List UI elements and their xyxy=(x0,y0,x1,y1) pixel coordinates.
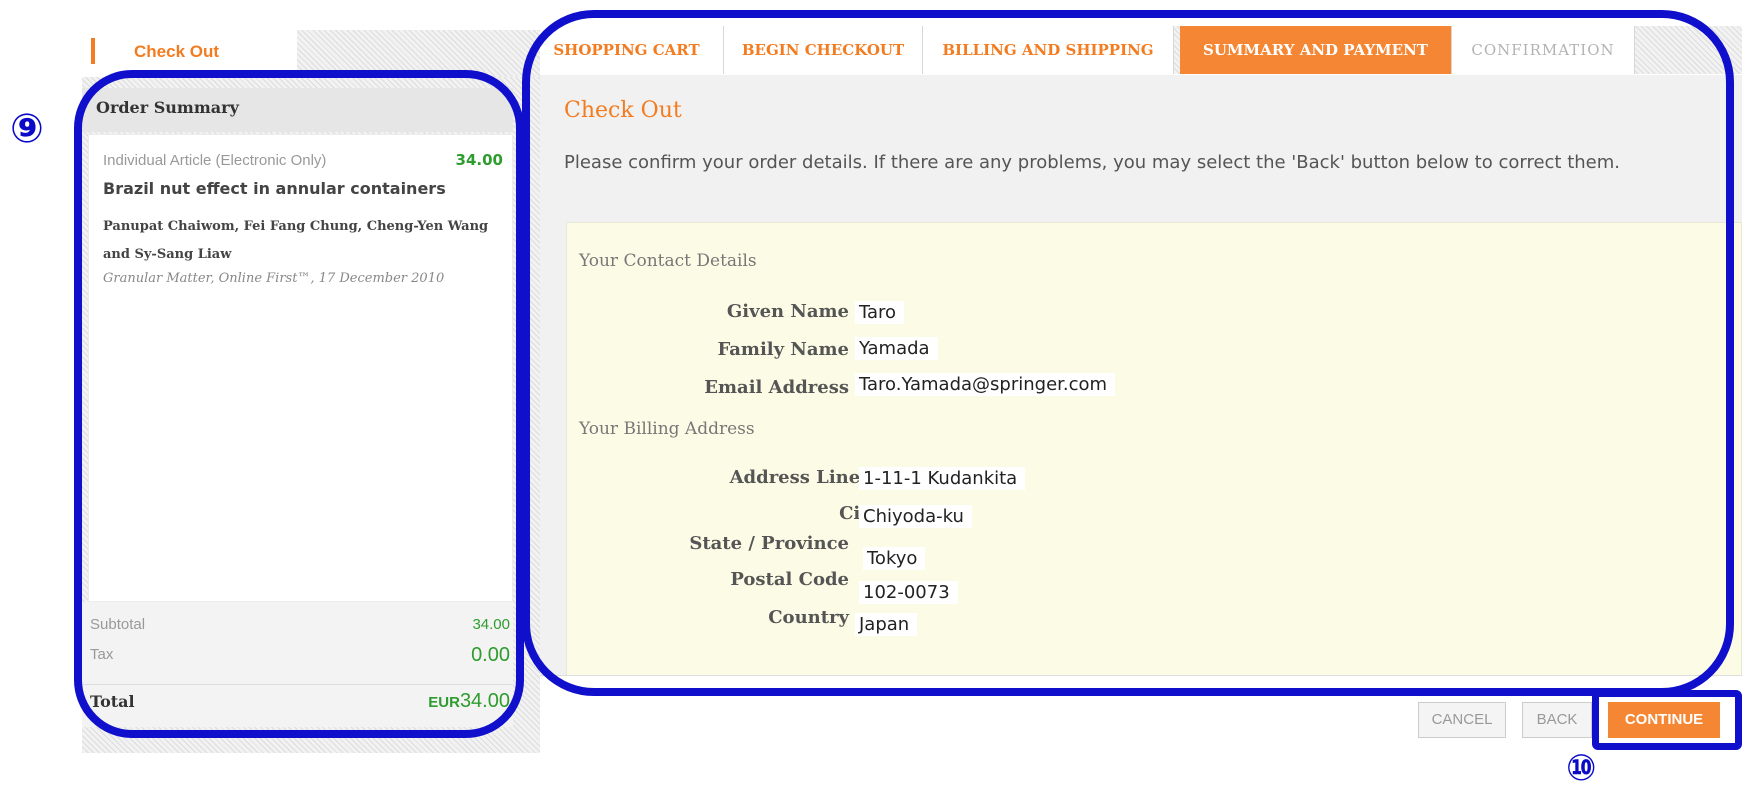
city-label: City xyxy=(519,503,879,524)
tab-accent-bar xyxy=(91,38,95,64)
address-line1-value: 1-11-1 Kudankita xyxy=(859,467,1026,490)
tax-row: Tax 0.00 xyxy=(90,644,510,666)
given-name-label: Given Name xyxy=(726,301,849,322)
order-totals: Subtotal 34.00 Tax 0.00 Total EUR34.00 xyxy=(82,602,513,727)
back-button[interactable]: BACK xyxy=(1522,702,1592,738)
tab-shopping-cart[interactable]: SHOPPING CART xyxy=(540,26,724,74)
article-journal: Granular Matter, Online First™, 17 Decem… xyxy=(103,271,445,286)
tax-label: Tax xyxy=(90,646,114,663)
billing-heading: Your Billing Address xyxy=(579,419,755,439)
tab-summary-and-payment[interactable]: SUMMARY AND PAYMENT xyxy=(1180,26,1452,74)
address-line1-label: Address Line 1 xyxy=(729,467,879,488)
item-price: 34.00 xyxy=(455,151,503,169)
country-value: Japan xyxy=(855,613,918,636)
subtotal-row: Subtotal 34.00 xyxy=(90,616,510,633)
tab-billing-and-shipping[interactable]: BILLING AND SHIPPING xyxy=(923,26,1174,74)
order-details-box: Your Contact Details Given Name Taro Fam… xyxy=(566,222,1742,682)
tab-begin-checkout[interactable]: BEGIN CHECKOUT xyxy=(724,26,923,74)
order-item-row: Individual Article (Electronic Only) 34.… xyxy=(103,151,503,169)
total-amount: EUR34.00 xyxy=(428,690,510,713)
postal-code-value: 102-0073 xyxy=(859,581,958,604)
checkout-tab-label: Check Out xyxy=(134,42,220,61)
order-summary-header: Order Summary xyxy=(82,88,513,132)
state-label: State / Province xyxy=(689,533,849,554)
total-value: 34.00 xyxy=(459,690,510,712)
total-row: Total EUR34.00 xyxy=(90,690,510,713)
city-value: Chiyoda-ku xyxy=(859,505,972,528)
checkout-page: Check Out Order Summary Individual Artic… xyxy=(0,0,1742,792)
article-authors: Panupat Chaiwom, Fei Fang Chung, Cheng-Y… xyxy=(103,219,489,262)
order-item-list: Individual Article (Electronic Only) 34.… xyxy=(88,134,513,602)
item-type-label: Individual Article (Electronic Only) xyxy=(103,152,327,169)
tax-value: 0.00 xyxy=(471,644,510,666)
totals-divider xyxy=(82,684,513,685)
total-currency: EUR xyxy=(428,694,460,711)
email-value: Taro.Yamada@springer.com xyxy=(855,373,1116,396)
country-label: Country xyxy=(768,607,849,628)
state-value: Tokyo xyxy=(863,547,926,570)
annotation-marker-9: ⑨ xyxy=(10,106,44,152)
family-name-label: Family Name xyxy=(717,339,849,360)
tab-confirmation: CONFIRMATION xyxy=(1452,26,1635,74)
annotation-marker-10: ⑩ xyxy=(1566,748,1597,789)
intro-text: Please confirm your order details. If th… xyxy=(564,152,1621,173)
continue-button[interactable]: CONTINUE xyxy=(1608,702,1720,738)
article-title[interactable]: Brazil nut effect in annular containers xyxy=(103,179,446,198)
total-label: Total xyxy=(90,692,135,711)
checkout-tab[interactable]: Check Out xyxy=(82,30,297,77)
postal-code-label: Postal Code xyxy=(730,569,849,590)
subtotal-label: Subtotal xyxy=(90,616,146,633)
given-name-value: Taro xyxy=(855,301,905,324)
family-name-value: Yamada xyxy=(855,337,938,360)
order-summary-title: Order Summary xyxy=(96,98,239,117)
page-title: Check Out xyxy=(564,98,682,123)
contact-heading: Your Contact Details xyxy=(579,251,757,271)
email-label: Email Address xyxy=(704,377,849,398)
cancel-button[interactable]: CANCEL xyxy=(1418,702,1506,738)
